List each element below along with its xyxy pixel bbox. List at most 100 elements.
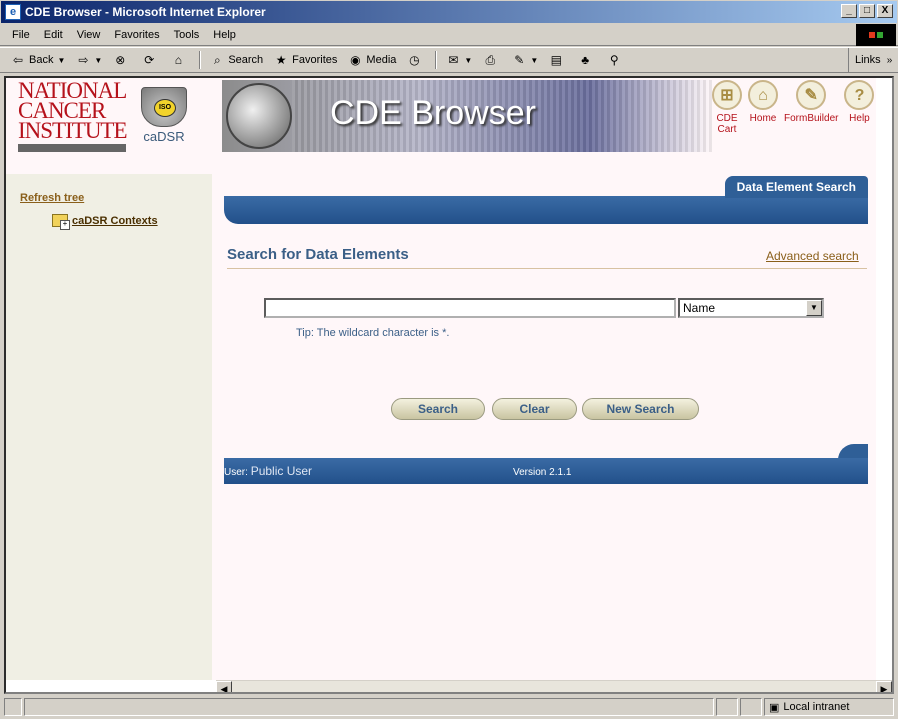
search-icon: ⌕ [213,53,221,67]
home-icon: ⌂ [748,80,778,110]
links-label: Links [855,54,881,66]
new-search-button[interactable]: New Search [582,398,699,420]
back-button[interactable]: ⇦ Back ▼ [10,52,65,68]
browser-viewport: NATIONAL CANCER INSTITUTE ISO caDSR CDE … [4,76,894,694]
discuss-icon: ▤ [550,53,562,67]
edit-button[interactable]: ✎ ▼ [511,52,538,68]
page-content: NATIONAL CANCER INSTITUTE ISO caDSR CDE … [6,78,876,680]
history-icon: ◷ [409,53,420,67]
menu-file[interactable]: File [12,29,30,41]
minimize-button[interactable]: _ [841,4,857,18]
forward-button[interactable]: ⇨ ▼ [75,52,102,68]
context-tree-panel: Refresh tree caDSR Contexts [6,174,212,680]
zone-indicator: ▣ Local intranet [764,698,894,716]
cart-icon: ⊞ [712,80,742,110]
home-toolbar-button[interactable]: ⌂ [170,52,189,68]
messenger-icon: ♣ [581,53,590,67]
research-icon: ⚲ [609,53,619,67]
search-field-select[interactable]: Name ▼ [678,298,824,318]
ie-icon: e [5,4,21,20]
messenger-button[interactable]: ♣ [577,52,596,68]
window-title: CDE Browser - Microsoft Internet Explore… [25,5,266,19]
zone-label: Local intranet [783,701,850,713]
title-bar: e CDE Browser - Microsoft Internet Explo… [0,0,898,24]
cadsr-logo[interactable]: ISO caDSR [134,83,194,151]
discuss-button[interactable]: ▤ [548,52,567,68]
user-prefix: User: [224,467,248,478]
media-toolbar-label: Media [366,54,397,66]
toolbar-separator [199,51,202,69]
tree-node-cadsr-contexts[interactable]: caDSR Contexts [52,214,158,230]
nci-logo-line3: INSTITUTE [18,118,128,143]
mail-button[interactable]: ✉ ▼ [445,52,472,68]
nci-logo-bar [18,144,126,152]
advanced-search-link[interactable]: Advanced search [766,249,859,263]
status-cell [716,698,738,716]
clear-button[interactable]: Clear [492,398,577,420]
back-label: Back [29,54,54,66]
nav-home[interactable]: ⌂ Home [748,80,778,140]
stop-icon: ⊗ [115,53,126,67]
tab-band [224,196,868,224]
close-button[interactable]: X [877,4,893,18]
intranet-icon: ▣ [769,701,780,714]
menu-view[interactable]: View [77,29,101,41]
favorites-toolbar-button[interactable]: ★ Favorites [273,52,338,68]
refresh-tree-link[interactable]: Refresh tree [20,192,84,204]
tab-bar: Data Element Search [224,176,868,224]
title-divider [227,268,867,269]
banner-title: CDE Browser [330,94,536,132]
nav-help[interactable]: ? Help [844,80,875,140]
scroll-left-icon[interactable]: ◀ [216,681,232,692]
media-icon: ◉ [350,53,361,67]
mail-icon: ✉ [448,53,459,67]
nav-formbuilder[interactable]: ✎ FormBuilder [784,80,838,140]
history-button[interactable]: ◷ [406,52,425,68]
cde-browser-banner: CDE Browser [222,80,712,152]
maximize-button[interactable]: □ [859,4,875,18]
edit-icon: ✎ [514,53,525,67]
links-bar[interactable]: Links » [848,48,898,72]
favorites-icon: ★ [275,53,287,67]
menu-edit[interactable]: Edit [44,29,63,41]
media-toolbar-button[interactable]: ◉ Media [347,52,396,68]
search-field-value: Name [683,301,716,315]
version-label: Version 2.1.1 [513,467,572,478]
banner-disc-icon [226,83,292,149]
menu-favorites[interactable]: Favorites [114,29,159,41]
favorites-toolbar-label: Favorites [292,54,338,66]
status-bar: ▣ Local intranet [0,696,898,718]
folder-plus-icon[interactable] [52,214,70,230]
forward-dropdown-icon[interactable]: ▼ [94,56,102,65]
home-icon: ⌂ [174,53,182,67]
toolbar-separator [435,51,438,69]
horizontal-scrollbar[interactable]: ◀ ▶ [216,680,892,692]
menu-help[interactable]: Help [213,29,236,41]
tree-node-label[interactable]: caDSR Contexts [72,215,158,227]
stop-button[interactable]: ⊗ [112,52,131,68]
nav-cde-cart-label: CDE Cart [716,113,738,135]
page-footer: User: Public User Version 2.1.1 [224,444,868,484]
nci-logo[interactable]: NATIONAL CANCER INSTITUTE [18,79,128,152]
nav-help-label: Help [849,113,870,124]
nav-cde-cart[interactable]: ⊞ CDE Cart [712,80,742,140]
back-dropdown-icon[interactable]: ▼ [57,56,65,65]
back-arrow-icon: ⇦ [12,53,24,67]
search-input[interactable] [264,298,676,318]
forward-arrow-icon: ⇨ [78,53,89,67]
search-toolbar-button[interactable]: ⌕ Search [209,52,263,68]
status-text [24,698,714,716]
page-icon [4,698,22,716]
refresh-button[interactable]: ⟳ [141,52,160,68]
menu-bar: File Edit View Favorites Tools Help [0,24,898,46]
research-button[interactable]: ⚲ [606,52,625,68]
search-button[interactable]: Search [391,398,485,420]
menu-tools[interactable]: Tools [174,29,200,41]
print-button[interactable]: ⎙ [482,52,501,68]
formbuilder-icon: ✎ [796,80,827,110]
help-icon: ? [844,80,875,110]
scroll-right-icon[interactable]: ▶ [876,681,892,692]
chevron-down-icon[interactable]: ▼ [806,300,822,316]
links-chevron-icon[interactable]: » [887,55,893,66]
tab-data-element-search[interactable]: Data Element Search [724,176,868,198]
